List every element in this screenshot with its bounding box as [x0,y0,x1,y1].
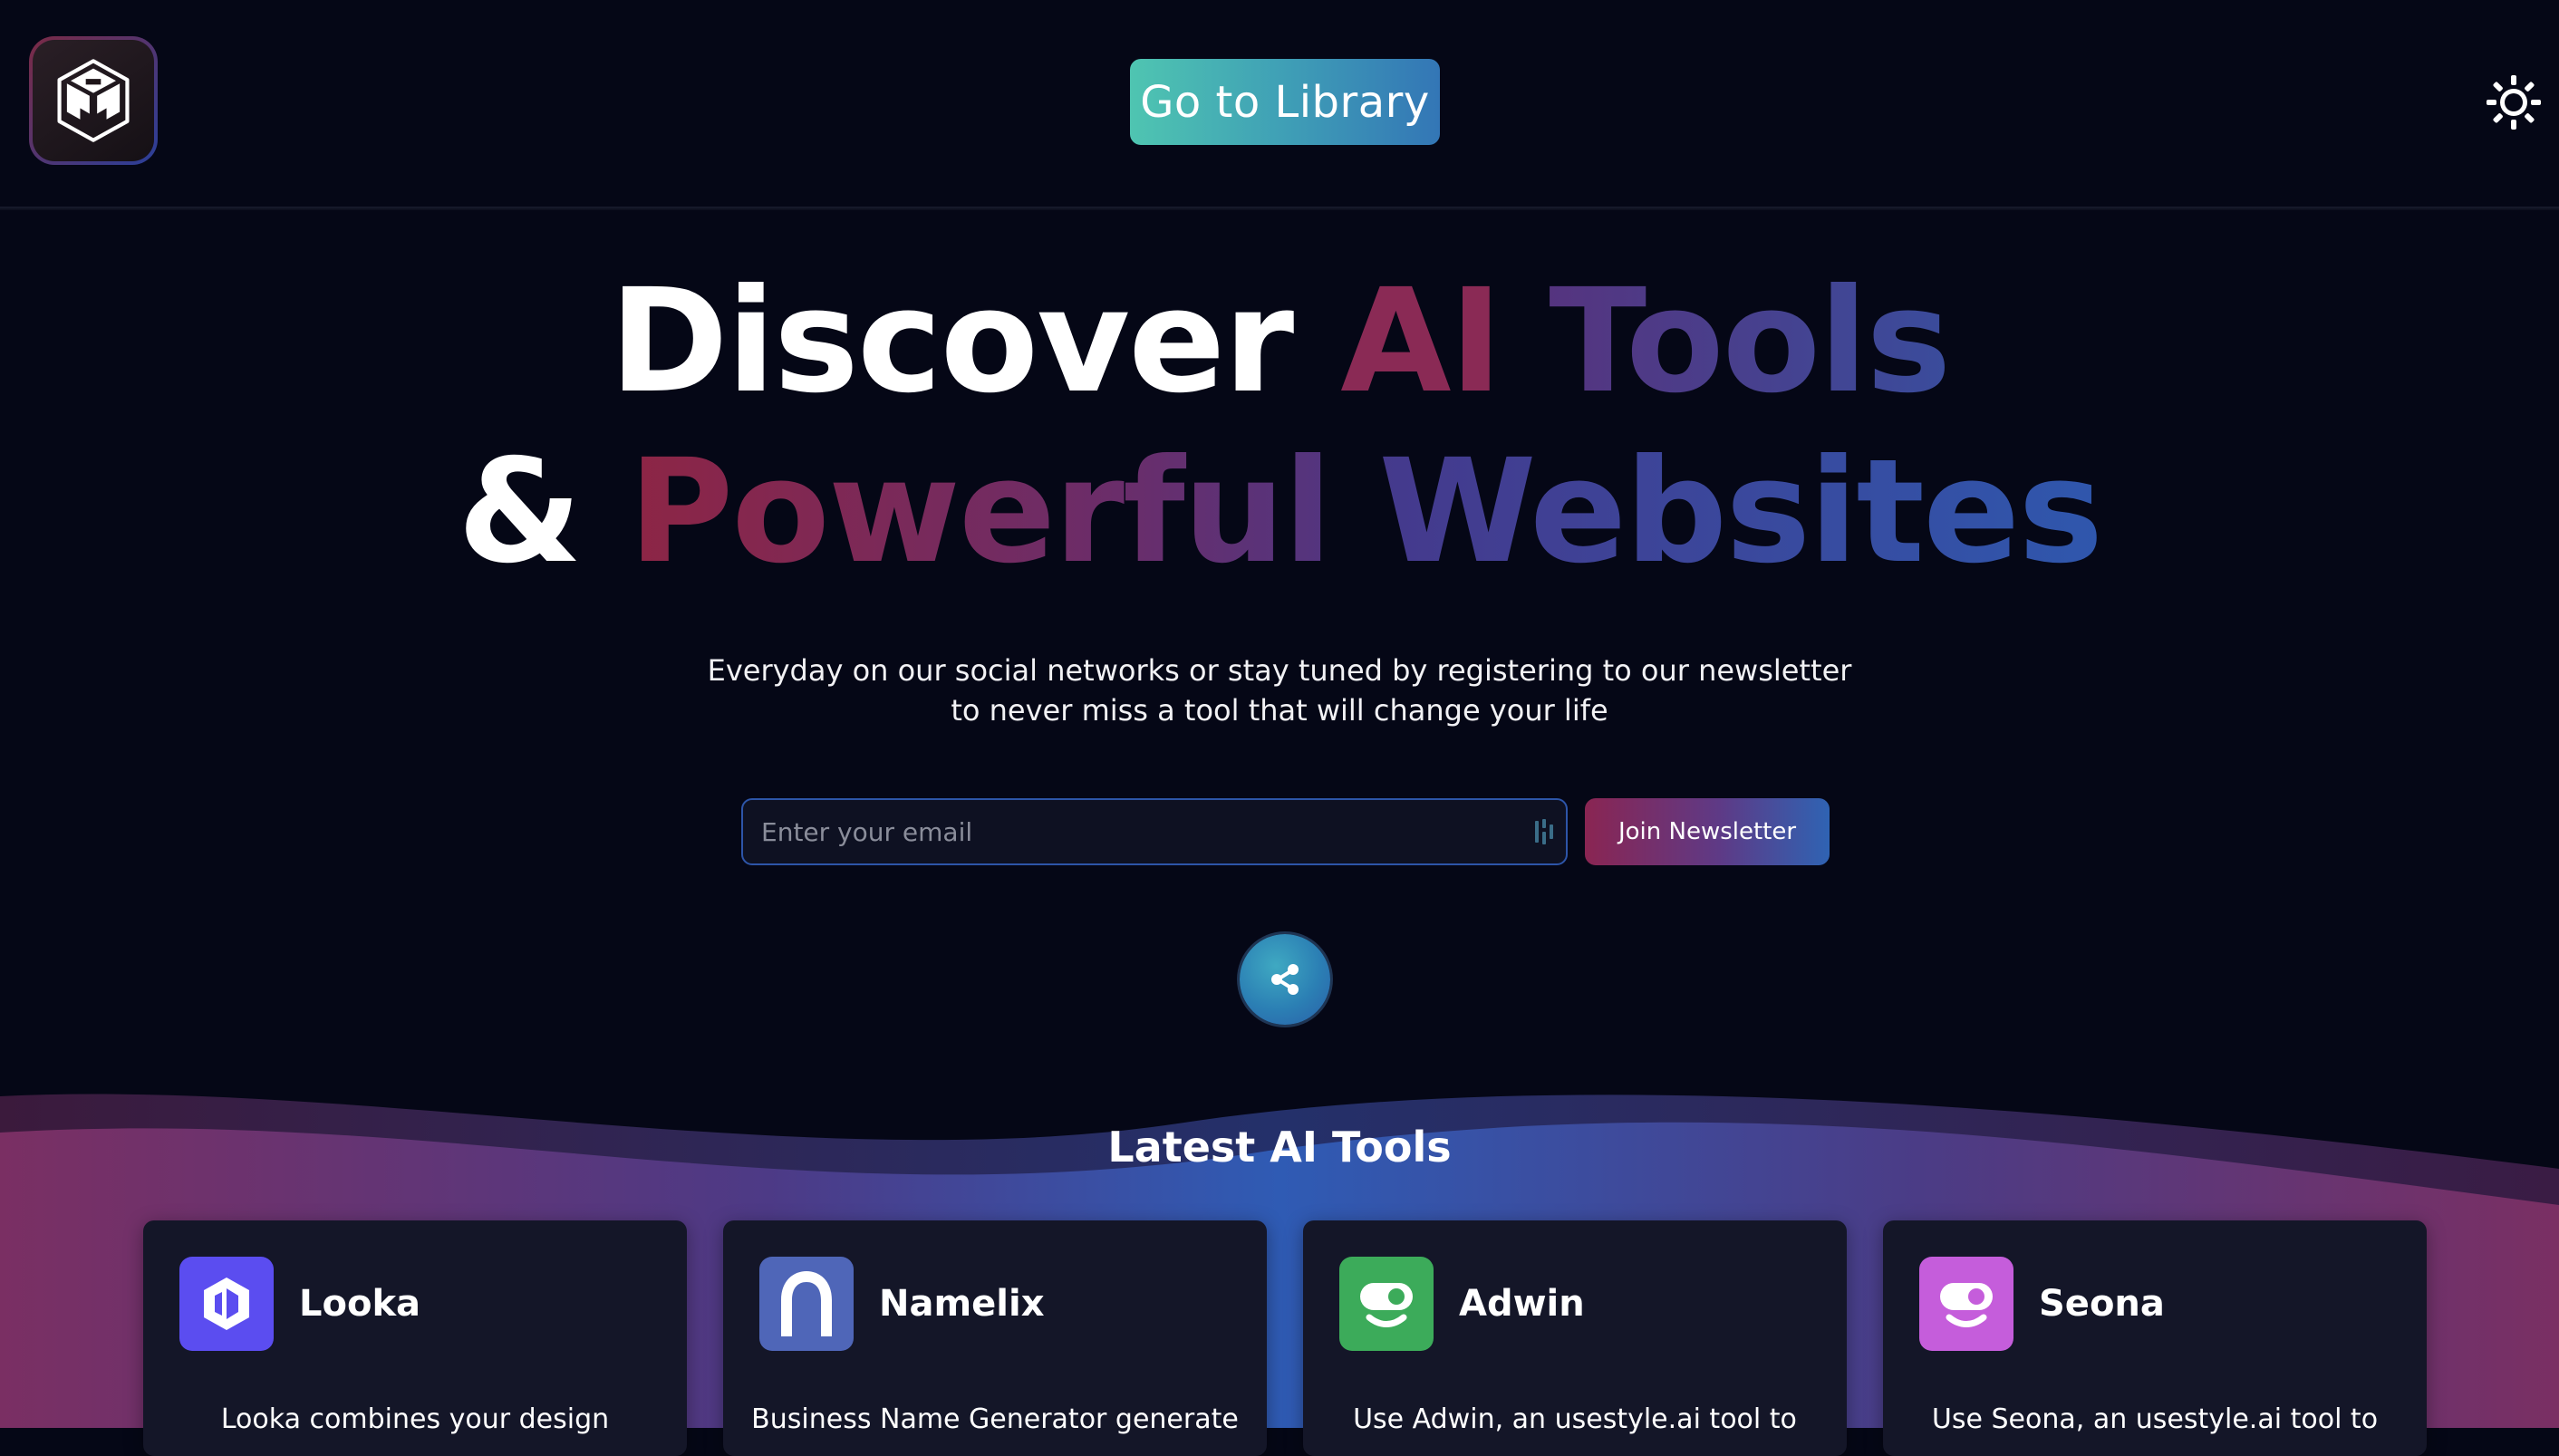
tool-card-adwin[interactable]: Adwin Use Adwin, an usestyle.ai tool to [1303,1220,1847,1456]
sun-icon [2487,75,2541,130]
card-icon-tile [179,1257,274,1351]
hero-title-line-1: Discover AI Tools [0,256,2559,428]
tool-name: Looka [299,1283,421,1325]
tool-description: Business Name Generator generate [751,1403,1239,1435]
hero-word-ai: AI [1340,258,1502,425]
latest-tools-title: Latest AI Tools [1107,1123,1452,1172]
hero-word-ampersand: & [457,429,583,595]
site-logo[interactable] [29,36,158,165]
looka-logo-icon [204,1278,249,1330]
password-manager-icon[interactable] [1533,817,1555,846]
hero-word-tools: Tools [1549,258,1951,425]
tool-name: Adwin [1459,1283,1585,1325]
go-to-library-button[interactable]: Go to Library [1130,59,1440,145]
join-newsletter-button[interactable]: Join Newsletter [1585,798,1830,865]
tool-card-namelix[interactable]: Namelix Business Name Generator generate [723,1220,1267,1456]
card-icon-tile [1339,1257,1434,1351]
email-input[interactable] [741,798,1568,865]
adwin-logo-icon [1360,1283,1413,1327]
top-bar: Go to Library [0,0,2559,207]
tool-description: Use Seona, an usestyle.ai tool to [1931,1403,2379,1435]
card-icon-tile [1919,1257,2013,1351]
cube-logo-icon [57,59,130,142]
share-button[interactable] [1240,934,1330,1025]
tool-name: Namelix [879,1283,1045,1325]
tool-description: Looka combines your design [220,1403,610,1435]
theme-toggle-button[interactable] [2484,72,2544,132]
hero-subtitle-line-2: to never miss a tool that will change yo… [951,693,1608,728]
hero-word-powerful: Powerful [628,429,1333,595]
hero-word-discover: Discover [609,258,1295,425]
tool-name: Seona [2039,1283,2165,1325]
header-divider [0,207,2559,210]
hero-title-line-2: & Powerful Websites [0,426,2559,598]
card-icon-tile [759,1257,854,1351]
tool-description: Use Adwin, an usestyle.ai tool to [1353,1403,1797,1435]
tool-card-looka[interactable]: Looka Looka combines your design [143,1220,687,1456]
tool-card-seona[interactable]: Seona Use Seona, an usestyle.ai tool to [1883,1220,2427,1456]
namelix-logo-icon [781,1271,832,1336]
share-icon [1271,964,1299,995]
hero-subtitle-line-1: Everyday on our social networks or stay … [707,653,1852,688]
seona-logo-icon [1940,1283,1993,1327]
hero-word-websites: Websites [1378,429,2103,595]
